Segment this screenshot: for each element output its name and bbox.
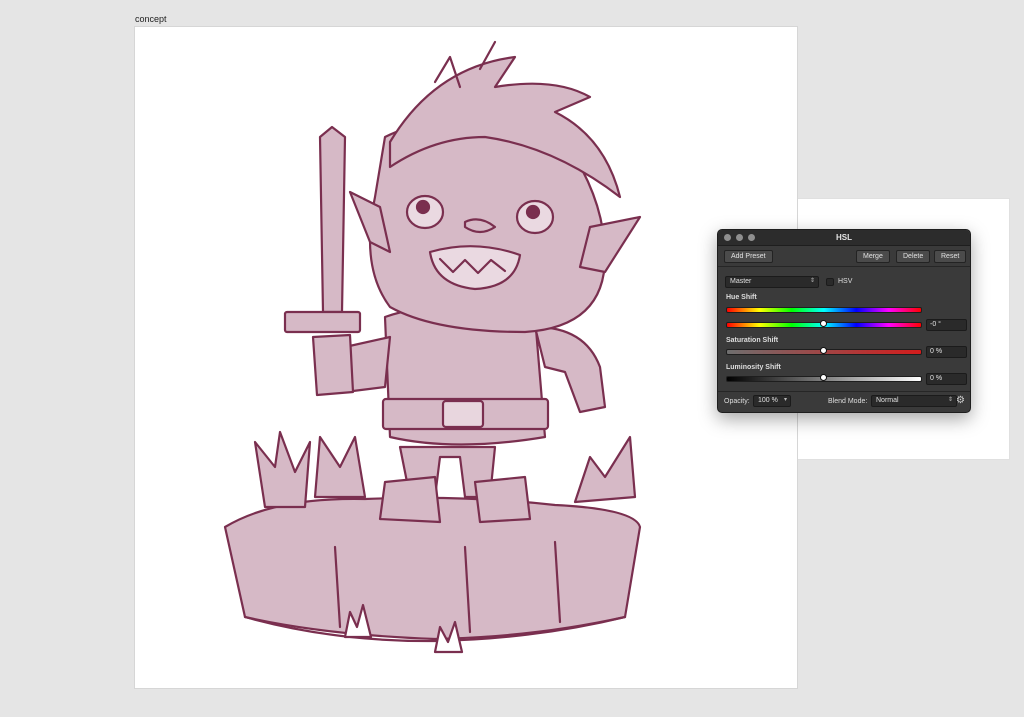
hsl-adjustment-panel[interactable]: HSL Add Preset Merge Delete Reset Master…: [717, 229, 971, 413]
blend-mode-label: Blend Mode:: [828, 398, 868, 405]
channel-select-value: Master: [730, 278, 752, 285]
grass-right: [573, 435, 637, 504]
hue-reference-spectrum: [726, 307, 922, 313]
opacity-label: Opacity:: [724, 398, 750, 405]
hue-shift-value[interactable]: -0 °: [926, 319, 967, 331]
chevron-down-icon: ▾: [783, 397, 787, 403]
saturation-shift-label: Saturation Shift: [726, 337, 779, 344]
hsv-label: HSV: [838, 278, 853, 285]
sword-blade: [318, 125, 347, 314]
preset-toolbar: Add Preset Merge Delete Reset: [718, 246, 970, 267]
grass-left: [253, 430, 312, 509]
hue-shift-label: Hue Shift: [726, 294, 757, 301]
delete-button[interactable]: Delete: [896, 250, 931, 263]
chevron-updown-icon: ⇕: [947, 397, 953, 403]
reset-button[interactable]: Reset: [934, 250, 967, 263]
luminosity-shift-value[interactable]: 0 %: [926, 373, 967, 385]
saturation-shift-value[interactable]: 0 %: [926, 346, 967, 358]
sword-guard: [283, 310, 362, 334]
hsv-checkbox[interactable]: [826, 278, 834, 286]
panel-title: HSL: [836, 233, 852, 242]
fist: [311, 333, 355, 397]
adjustment-controls: Master ⇕ HSV Hue Shift -0 ° Saturation S…: [718, 267, 970, 393]
hue-shift-knob[interactable]: [819, 320, 827, 327]
merge-button[interactable]: Merge: [856, 250, 890, 263]
opacity-value: 100 %: [758, 397, 778, 404]
grass-center: [313, 435, 367, 499]
chevron-updown-icon: ⇕: [809, 278, 815, 284]
luminosity-shift-label: Luminosity Shift: [726, 364, 781, 371]
saturation-shift-knob[interactable]: [819, 347, 827, 354]
opacity-select[interactable]: 100 % ▾: [753, 395, 791, 407]
channel-select[interactable]: Master ⇕: [725, 276, 819, 288]
add-preset-button[interactable]: Add Preset: [724, 250, 773, 263]
document-title: concept: [135, 14, 167, 24]
boot-right: [473, 475, 532, 524]
character-sketch: [223, 40, 642, 654]
blend-mode-select[interactable]: Normal ⇕: [871, 395, 957, 407]
luminosity-shift-knob[interactable]: [819, 374, 827, 381]
panel-titlebar[interactable]: HSL: [718, 230, 970, 246]
artboard-canvas[interactable]: [134, 26, 798, 689]
blend-mode-value: Normal: [876, 397, 899, 404]
boot-left: [378, 475, 442, 524]
gear-icon[interactable]: ⚙: [956, 396, 965, 406]
panel-footer: Opacity: 100 % ▾ Blend Mode: Normal ⇕ ⚙: [718, 391, 970, 412]
